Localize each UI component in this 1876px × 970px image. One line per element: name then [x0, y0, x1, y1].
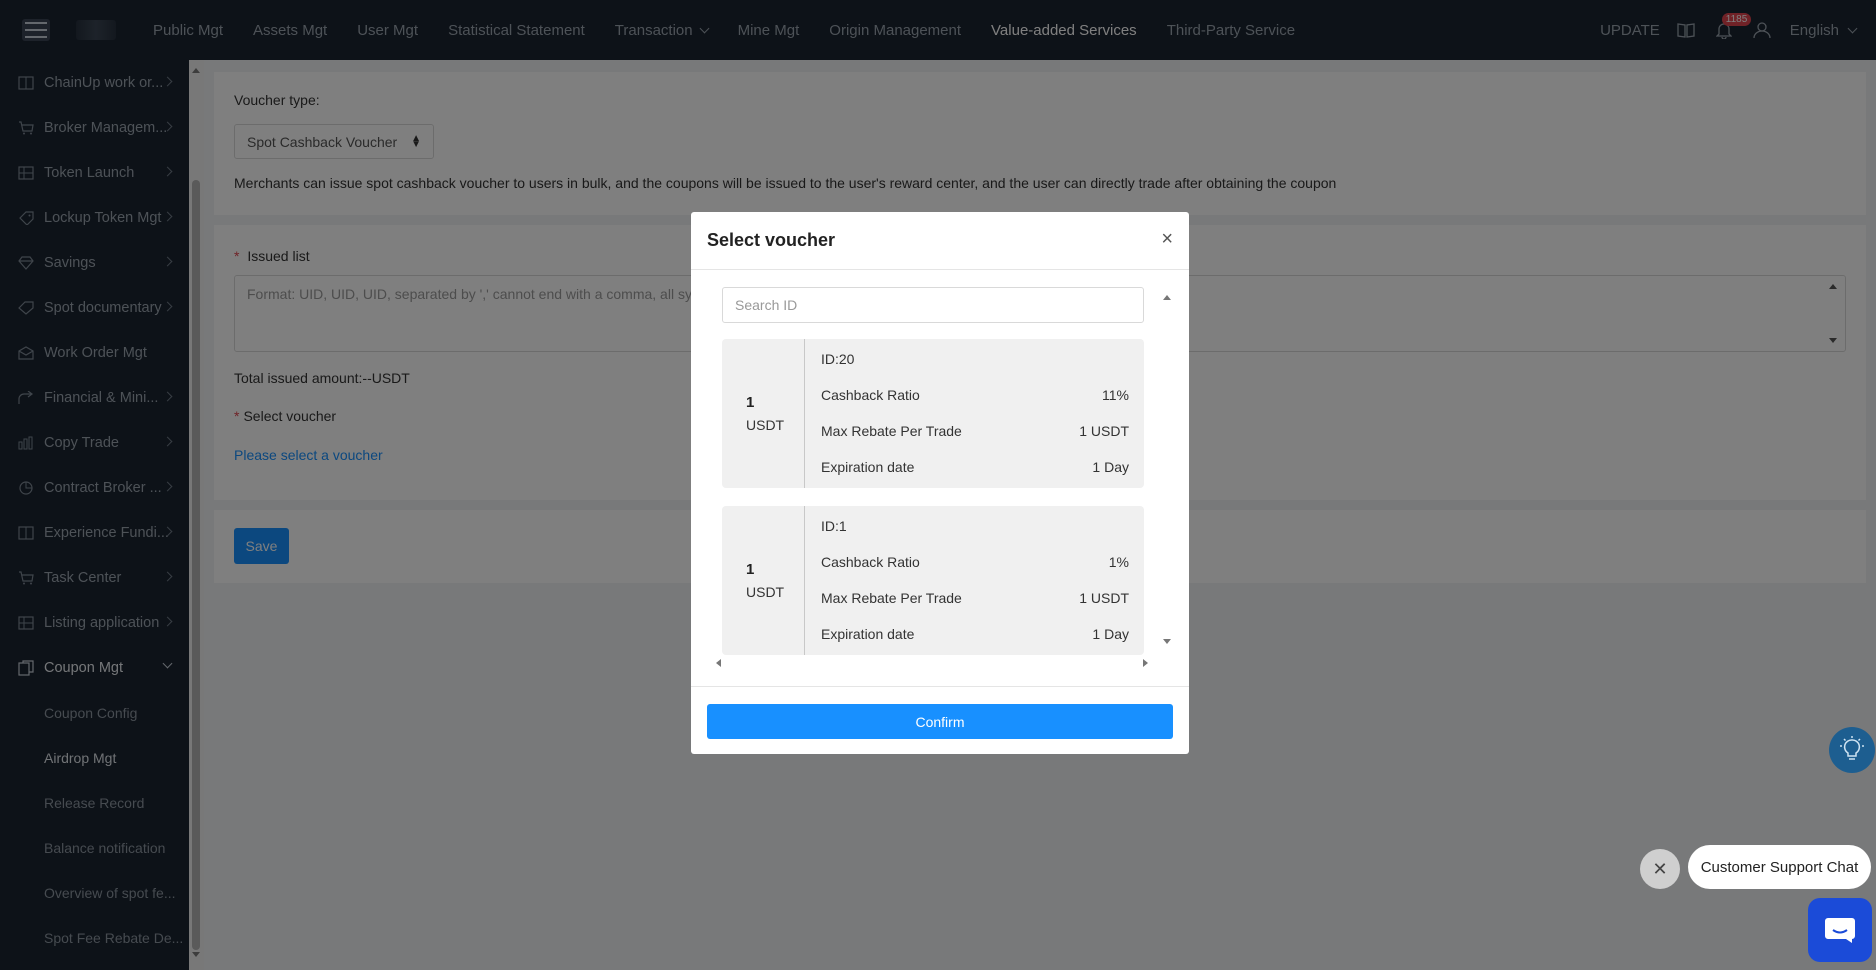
voucher-currency: USDT [746, 583, 785, 600]
voucher-amount: 1 [746, 560, 755, 578]
chat-icon[interactable] [1808, 898, 1872, 962]
row-value: 1% [1108, 554, 1129, 570]
voucher-amount: 1 [746, 393, 755, 411]
row-value: 11% [1102, 387, 1129, 403]
voucher-row-expiration: Expiration date 1 Day [821, 626, 1129, 642]
voucher-amount-block: 1 USDT [722, 339, 805, 488]
row-label: Cashback Ratio [821, 554, 920, 570]
voucher-row-cashback-ratio: Cashback Ratio 1% [821, 554, 1129, 570]
voucher-row-max-rebate: Max Rebate Per Trade 1 USDT [821, 423, 1129, 439]
row-label: Max Rebate Per Trade [821, 423, 962, 439]
row-value: 1 USDT [1079, 423, 1129, 439]
lightbulb-icon[interactable] [1829, 727, 1875, 773]
voucher-currency: USDT [746, 416, 785, 433]
voucher-card[interactable]: 1 USDT ID:1 Cashback Ratio 1% Max Rebate … [722, 506, 1144, 655]
voucher-row-max-rebate: Max Rebate Per Trade 1 USDT [821, 590, 1129, 606]
modal-header: Select voucher × [691, 212, 1189, 270]
scroll-left-arrow-icon[interactable] [716, 659, 721, 667]
modal-title: Select voucher [707, 230, 836, 250]
row-label: Expiration date [821, 626, 915, 642]
scroll-up-arrow-icon[interactable] [1163, 295, 1171, 300]
voucher-card[interactable]: 1 USDT ID:20 Cashback Ratio 11% Max Rebat… [722, 339, 1144, 488]
modal-footer: Confirm [691, 686, 1189, 754]
row-label: Expiration date [821, 459, 915, 475]
row-label: Cashback Ratio [821, 387, 920, 403]
voucher-row-expiration: Expiration date 1 Day [821, 459, 1129, 475]
voucher-amount-block: 1 USDT [722, 506, 805, 655]
row-value: 1 Day [1092, 459, 1129, 475]
confirm-button[interactable]: Confirm [707, 704, 1173, 739]
voucher-row-cashback-ratio: Cashback Ratio 11% [821, 387, 1129, 403]
voucher-id: ID:20 [821, 351, 855, 367]
select-voucher-modal: Select voucher × Search ID 1 USDT ID:20 … [691, 212, 1189, 754]
search-placeholder: Search ID [735, 297, 798, 313]
row-value: 1 USDT [1079, 590, 1129, 606]
close-chat-icon[interactable]: ✕ [1640, 849, 1680, 889]
close-icon[interactable]: × [1161, 229, 1173, 249]
search-id-input[interactable]: Search ID [722, 287, 1144, 323]
customer-support-chat-bubble[interactable]: Customer Support Chat [1688, 845, 1871, 889]
voucher-id: ID:1 [821, 518, 847, 534]
row-value: 1 Day [1092, 626, 1129, 642]
scroll-down-arrow-icon[interactable] [1163, 639, 1171, 644]
row-label: Max Rebate Per Trade [821, 590, 962, 606]
scroll-right-arrow-icon[interactable] [1143, 659, 1148, 667]
